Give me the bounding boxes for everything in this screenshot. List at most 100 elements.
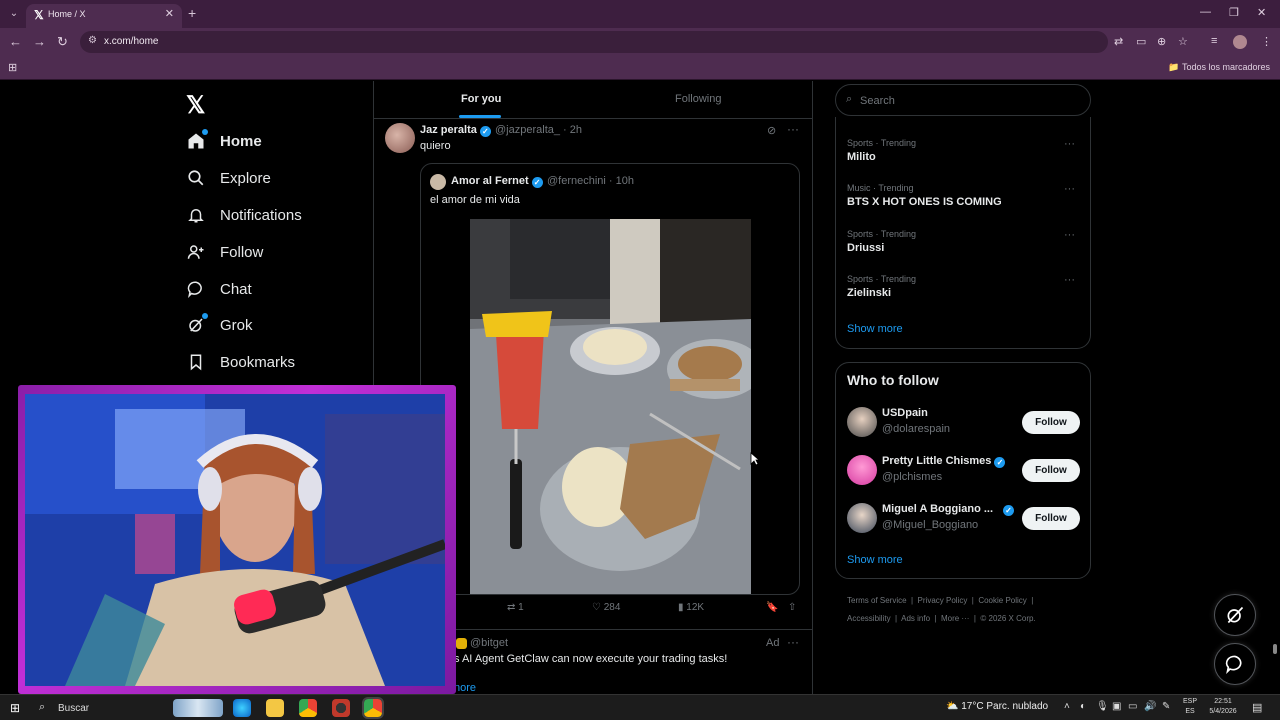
tweet-handle[interactable]: @jazperalta_ · 2h xyxy=(495,124,582,136)
browser-tab[interactable]: 𝕏 Home / X ✕ xyxy=(26,4,182,28)
trend-item[interactable]: Sports · Trending Zielinski ··· xyxy=(847,274,1087,299)
minimize-icon[interactable]: — xyxy=(1200,6,1211,18)
all-bookmarks-link[interactable]: 📁 Todos los marcadores xyxy=(1168,62,1270,73)
apps-grid-icon[interactable]: ⊞ xyxy=(8,61,17,74)
avatar[interactable] xyxy=(385,123,415,153)
footer-cookie[interactable]: Cookie Policy xyxy=(978,596,1026,605)
tab-following[interactable]: Following xyxy=(675,93,721,105)
ad-show-more[interactable]: nore xyxy=(454,682,476,694)
trend-item[interactable]: Sports · Trending Driussi ··· xyxy=(847,229,1087,254)
search-input[interactable]: ⌕ Search xyxy=(835,84,1091,116)
more-options-icon[interactable]: ··· xyxy=(1064,274,1075,286)
avatar[interactable] xyxy=(847,455,877,485)
close-tab-icon[interactable]: ✕ xyxy=(165,7,174,20)
chrome-active-icon[interactable] xyxy=(362,697,384,719)
follow-button[interactable]: Follow xyxy=(1022,507,1080,530)
scrollbar-thumb[interactable] xyxy=(1273,644,1277,654)
omnibox[interactable]: ⚙ x.com/home xyxy=(80,31,1108,53)
trends-show-more[interactable]: Show more xyxy=(847,323,903,335)
messages-fab[interactable] xyxy=(1214,643,1256,685)
quoted-tweet[interactable]: Amor al Fernet ✓ @fernechini · 10h el amo… xyxy=(420,163,800,595)
grok-fab[interactable] xyxy=(1214,594,1256,636)
weather-widget[interactable]: ⛅ 17°C Parc. nublado xyxy=(946,701,1048,712)
taskbar-search[interactable]: ⌕ Buscar xyxy=(33,699,173,718)
avatar[interactable] xyxy=(847,407,877,437)
edge-icon[interactable] xyxy=(233,699,251,717)
windows-start-icon[interactable]: ⊞ xyxy=(10,701,20,715)
follow-suggestion[interactable]: USDpain @dolarespain Follow xyxy=(847,404,1087,440)
back-icon[interactable]: ← xyxy=(9,34,22,49)
trend-item[interactable]: Sports · Trending Milito ··· xyxy=(847,138,1087,163)
display-icon[interactable]: ▭ xyxy=(1128,701,1137,712)
pen-icon[interactable]: ✎ xyxy=(1162,701,1170,712)
nav-explore[interactable]: Explore xyxy=(186,163,271,193)
tab-for-you[interactable]: For you xyxy=(461,93,501,105)
avatar[interactable] xyxy=(847,503,877,533)
nav-bookmarks[interactable]: Bookmarks xyxy=(186,347,295,377)
nav-chat[interactable]: Chat xyxy=(186,274,252,304)
footer-accessibility[interactable]: Accessibility xyxy=(847,614,891,623)
follow-suggestion[interactable]: Pretty Little Chismes ✓ @plchismes Follow xyxy=(847,452,1087,488)
trend-category: Music · Trending xyxy=(847,183,914,193)
translate-icon[interactable]: ⇄ xyxy=(1114,35,1123,48)
grok-explain-icon[interactable]: ⊘ xyxy=(767,124,776,137)
quote-author: Amor al Fernet ✓ xyxy=(451,175,543,188)
views-button[interactable]: ▮ 12K xyxy=(678,602,704,613)
clock[interactable]: 22:51 5/4/2026 xyxy=(1206,697,1240,717)
restore-icon[interactable]: ❐ xyxy=(1229,6,1239,19)
nav-notifications-label: Notifications xyxy=(220,206,302,224)
follow-suggestion[interactable]: Miguel A Boggiano ... ✓ @Miguel_Boggiano … xyxy=(847,500,1087,536)
active-tab-indicator xyxy=(459,115,501,118)
like-button[interactable]: ♡ 284 xyxy=(592,602,620,613)
footer-ads-info[interactable]: Ads info xyxy=(901,614,930,623)
tray-chevron-icon[interactable]: ˄ xyxy=(1064,701,1070,712)
network-icon[interactable]: ▣ xyxy=(1112,701,1121,712)
footer-terms[interactable]: Terms of Service xyxy=(847,596,907,605)
file-explorer-icon[interactable] xyxy=(266,699,284,717)
trend-item[interactable]: Music · Trending BTS X HOT ONES IS COMIN… xyxy=(847,183,1087,208)
reload-icon[interactable]: ↻ xyxy=(57,34,68,50)
tweet-photo[interactable] xyxy=(470,219,751,594)
more-options-icon[interactable]: ··· xyxy=(1064,229,1075,241)
more-options-icon[interactable]: ··· xyxy=(1064,138,1075,150)
forward-icon[interactable]: → xyxy=(33,34,46,49)
new-tab-icon[interactable]: + xyxy=(188,5,196,21)
media-control-icon[interactable]: ≡ xyxy=(1211,35,1217,47)
footer-more[interactable]: More ··· xyxy=(941,614,969,623)
bookmark-button[interactable]: 🔖 xyxy=(766,602,778,613)
menu-icon[interactable]: ⋮ xyxy=(1261,35,1272,48)
obs-icon[interactable] xyxy=(332,699,350,717)
x-logo-icon[interactable]: 𝕏 xyxy=(186,91,205,120)
follow-show-more[interactable]: Show more xyxy=(847,554,903,566)
suggestion-handle: @Miguel_Boggiano xyxy=(882,519,979,531)
share-icon[interactable]: ⇧ xyxy=(788,602,796,613)
volume-icon[interactable]: 🔊 xyxy=(1144,701,1156,712)
zoom-icon[interactable]: ⊕ xyxy=(1157,35,1166,48)
nav-home[interactable]: Home xyxy=(186,126,262,156)
tab-search-icon[interactable]: ⌄ xyxy=(6,6,22,22)
language-indicator[interactable]: ESP ES xyxy=(1183,697,1197,717)
microphone-icon[interactable]: 🎙 xyxy=(1096,701,1109,712)
more-options-icon[interactable]: ··· xyxy=(1064,183,1075,195)
star-icon[interactable]: ☆ xyxy=(1178,35,1188,48)
tray-app-icon[interactable]: ◐ xyxy=(1080,701,1086,712)
follow-button[interactable]: Follow xyxy=(1022,411,1080,434)
repost-button[interactable]: ⇄ 1 xyxy=(507,602,524,613)
footer-privacy[interactable]: Privacy Policy xyxy=(918,596,968,605)
nav-notifications[interactable]: Notifications xyxy=(186,200,302,230)
notification-center-icon[interactable]: ▤ xyxy=(1252,701,1262,714)
tweet-author[interactable]: Jaz peralta ✓ xyxy=(420,124,491,137)
taskbar-widget-icon[interactable] xyxy=(173,699,223,717)
chrome-icon[interactable] xyxy=(299,699,317,717)
nav-follow[interactable]: Follow xyxy=(186,237,263,267)
site-info-icon[interactable]: ⚙ xyxy=(88,35,97,46)
more-options-icon[interactable]: ··· xyxy=(787,635,799,649)
more-options-icon[interactable]: ··· xyxy=(787,122,799,136)
ad-handle[interactable]: @bitget xyxy=(470,637,508,649)
window-close-icon[interactable]: ✕ xyxy=(1257,6,1266,19)
nav-grok[interactable]: Grok xyxy=(186,310,253,340)
ad-label: Ad xyxy=(766,637,780,649)
follow-button[interactable]: Follow xyxy=(1022,459,1080,482)
cast-icon[interactable]: ▭ xyxy=(1136,35,1146,48)
profile-avatar-icon[interactable] xyxy=(1233,35,1247,49)
